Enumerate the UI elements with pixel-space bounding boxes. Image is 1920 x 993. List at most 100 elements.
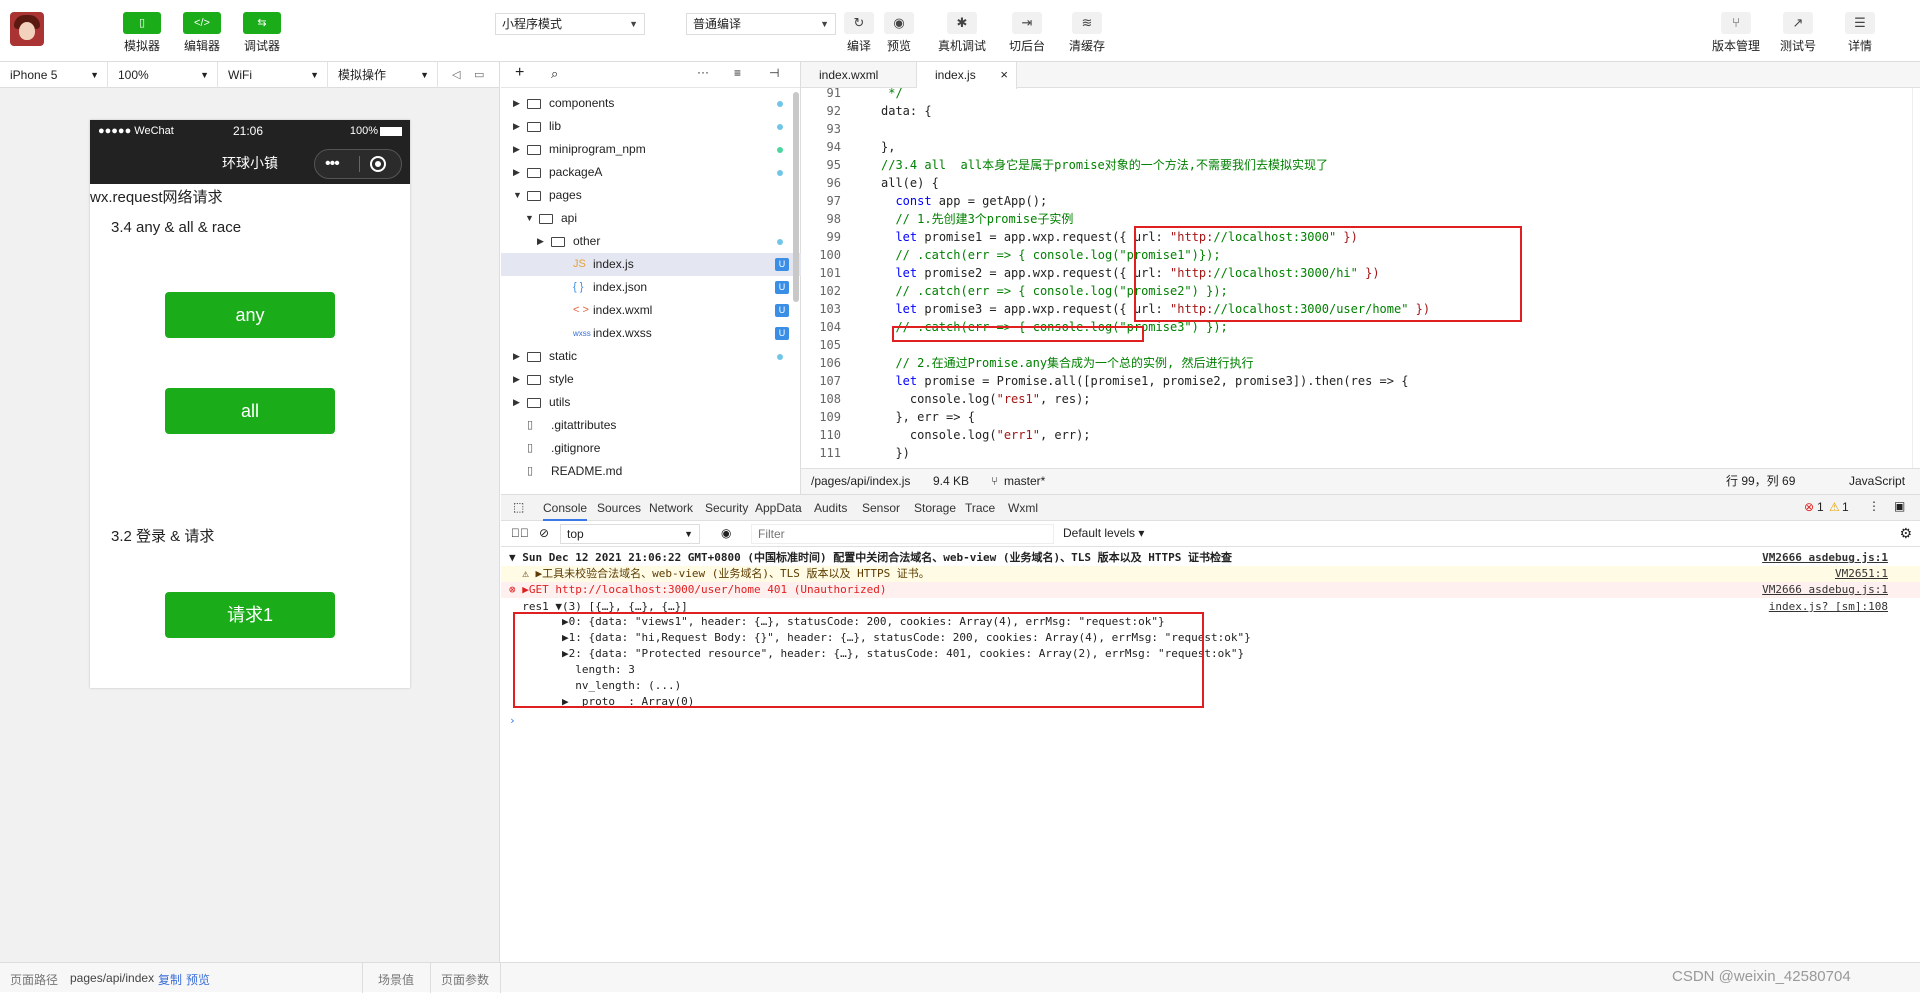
chevron-right-icon[interactable]: ▶ [513, 138, 520, 161]
mute-icon[interactable]: ◁ [452, 68, 460, 81]
more-dots-icon[interactable]: ••• [325, 143, 340, 185]
clear-console-icon[interactable]: ⊘ [539, 526, 549, 540]
compile-button[interactable]: ↻ 编译 [843, 12, 875, 54]
tree-item-pages[interactable]: ▼ pages [501, 184, 801, 207]
preview-link[interactable]: 预览 [186, 971, 210, 988]
details-button[interactable]: ☰ 详情 [1840, 12, 1880, 54]
git-branch[interactable]: master* [1004, 469, 1045, 493]
tree-item-utils[interactable]: ▶ utils [501, 391, 801, 414]
console-source-link[interactable]: VM2651:1 [1835, 566, 1888, 582]
tab-index-js[interactable]: index.js × [917, 62, 1017, 89]
warning-count-icon[interactable]: ⚠ [1829, 500, 1840, 514]
tree-item--gitignore[interactable]: ▯ .gitignore [501, 437, 801, 460]
cursor-position[interactable]: 行 99，列 69 [1726, 469, 1795, 493]
devtools-tab-appdata[interactable]: AppData [755, 495, 802, 521]
tree-item-other[interactable]: ▶ other [501, 230, 801, 253]
inspect-icon[interactable]: ⬚ [513, 500, 524, 514]
tree-item-index-wxss[interactable]: wxss index.wxss U [501, 322, 801, 345]
version-manage-button[interactable]: ⑂ 版本管理 [1710, 12, 1762, 54]
tree-item-static[interactable]: ▶ static [501, 345, 801, 368]
code-line[interactable]: 106 // 2.在通过Promise.any集合成为一个总的实例, 然后进行执… [801, 354, 1911, 372]
code-line[interactable]: 95 //3.4 all all本身它是属于promise对象的一个方法,不需要我… [801, 156, 1911, 174]
search-icon[interactable]: ⌕ [551, 66, 558, 82]
tree-item-packagea[interactable]: ▶ packageA [501, 161, 801, 184]
all-button[interactable]: all [165, 388, 335, 434]
devtools-tab-sensor[interactable]: Sensor [862, 495, 900, 521]
console-line-error[interactable]: ⊗ ▶GET http://localhost:3000/user/home 4… [501, 582, 1920, 598]
add-icon[interactable]: + [515, 64, 524, 82]
more-icon[interactable]: ··· [697, 65, 709, 79]
chevron-down-icon[interactable]: ▼ [525, 207, 534, 230]
debugger-button[interactable]: ⇆ 调试器 [242, 12, 282, 54]
eye-icon[interactable]: ◉ [721, 526, 731, 540]
tree-item-index-json[interactable]: { } index.json U [501, 276, 801, 299]
devtools-tab-wxml[interactable]: Wxml [1008, 495, 1038, 521]
code-line[interactable]: 92 data: { [801, 102, 1911, 120]
chevron-right-icon[interactable]: ▶ [513, 391, 520, 414]
code-line[interactable]: 110 console.log("err1", err); [801, 426, 1911, 444]
scene-value[interactable]: 场景值 [378, 971, 414, 988]
chevron-right-icon[interactable]: ▶ [513, 161, 520, 184]
page-params[interactable]: 页面参数 [441, 971, 489, 988]
any-button[interactable]: any [165, 292, 335, 338]
devtools-tab-audits[interactable]: Audits [814, 495, 847, 521]
code-line[interactable]: 91 */ [801, 88, 1911, 102]
code-line[interactable]: 107 let promise = Promise.all([promise1,… [801, 372, 1911, 390]
device-select[interactable]: iPhone 5 ▼ [0, 62, 108, 88]
devtools-tab-network[interactable]: Network [649, 495, 693, 521]
console-line-info[interactable]: ▼ Sun Dec 12 2021 21:06:22 GMT+0800 (中国标… [501, 550, 1920, 566]
devtools-tab-storage[interactable]: Storage [914, 495, 956, 521]
file-tree-scrollbar[interactable] [793, 92, 799, 302]
tree-item-api[interactable]: ▼ api [501, 207, 801, 230]
code-line[interactable]: 97 const app = getApp(); [801, 192, 1911, 210]
tree-item-index-js[interactable]: JS index.js U [501, 253, 801, 276]
gear-icon[interactable]: ⚙ [1899, 525, 1912, 542]
mode-select[interactable]: 小程序模式 ▼ [495, 13, 645, 35]
context-select[interactable]: top ▼ [560, 524, 700, 544]
devtools-tab-security[interactable]: Security [705, 495, 748, 521]
error-count-icon[interactable]: ⊗ [1804, 500, 1814, 514]
background-button[interactable]: ⇥ 切后台 [1005, 12, 1049, 54]
devtools-tab-trace[interactable]: Trace [965, 495, 995, 521]
compile-select[interactable]: 普通编译 ▼ [686, 13, 836, 35]
collapse-icon[interactable]: ≡ [734, 66, 741, 80]
chevron-right-icon[interactable]: ▶ [513, 368, 520, 391]
user-avatar[interactable] [10, 12, 44, 46]
chevron-down-icon[interactable]: ▼ [513, 184, 522, 207]
request1-button[interactable]: 请求1 [165, 592, 335, 638]
tree-item-lib[interactable]: ▶ lib [501, 115, 801, 138]
console-filter-input[interactable] [751, 524, 1054, 544]
dock-icon[interactable]: ▣ [1894, 499, 1905, 513]
layout-icon[interactable]: ⊣ [769, 66, 779, 80]
devtools-tab-sources[interactable]: Sources [597, 495, 641, 521]
devtools-tab-console[interactable]: Console [543, 495, 588, 521]
console-source-link[interactable]: VM2666 asdebug.js:1 [1762, 582, 1888, 598]
editor-button[interactable]: </> 编辑器 [182, 12, 222, 54]
preview-button[interactable]: ◉ 预览 [883, 12, 915, 54]
code-line[interactable]: 109 }, err => { [801, 408, 1911, 426]
console-source-link[interactable]: VM2666 asdebug.js:1 [1762, 550, 1888, 566]
log-levels-select[interactable]: Default levels ▾ [1063, 526, 1144, 540]
tree-item-style[interactable]: ▶ style [501, 368, 801, 391]
tree-item-readme-md[interactable]: ▯ README.md [501, 460, 801, 483]
operation-select[interactable]: 模拟操作 ▼ [328, 62, 438, 88]
tree-item--gitattributes[interactable]: ▯ .gitattributes [501, 414, 801, 437]
zoom-select[interactable]: 100% ▼ [108, 62, 218, 88]
sidebar-toggle-icon[interactable]: ▸⃞ [511, 526, 529, 540]
tree-item-components[interactable]: ▶ components [501, 92, 801, 115]
clear-cache-button[interactable]: ≋ 清缓存 [1065, 12, 1109, 54]
kebab-menu-icon[interactable]: ⋮ [1868, 499, 1880, 513]
close-target-icon[interactable] [370, 156, 386, 172]
code-line[interactable]: 111 }) [801, 444, 1911, 462]
console-source-link[interactable]: index.js? [sm]:108 [1769, 599, 1888, 615]
code-line[interactable]: 94}, [801, 138, 1911, 156]
code-line[interactable]: 108 console.log("res1", res); [801, 390, 1911, 408]
chevron-right-icon[interactable]: ▶ [513, 92, 520, 115]
language-mode[interactable]: JavaScript [1849, 469, 1905, 493]
tab-index-wxml[interactable]: index.wxml [801, 62, 917, 88]
simulator-button[interactable]: ▯ 模拟器 [122, 12, 162, 54]
chevron-right-icon[interactable]: ▶ [513, 115, 520, 138]
test-account-button[interactable]: ↗ 测试号 [1778, 12, 1818, 54]
console-prompt[interactable]: › [501, 713, 1920, 729]
window-icon[interactable]: ▭ [474, 68, 484, 81]
